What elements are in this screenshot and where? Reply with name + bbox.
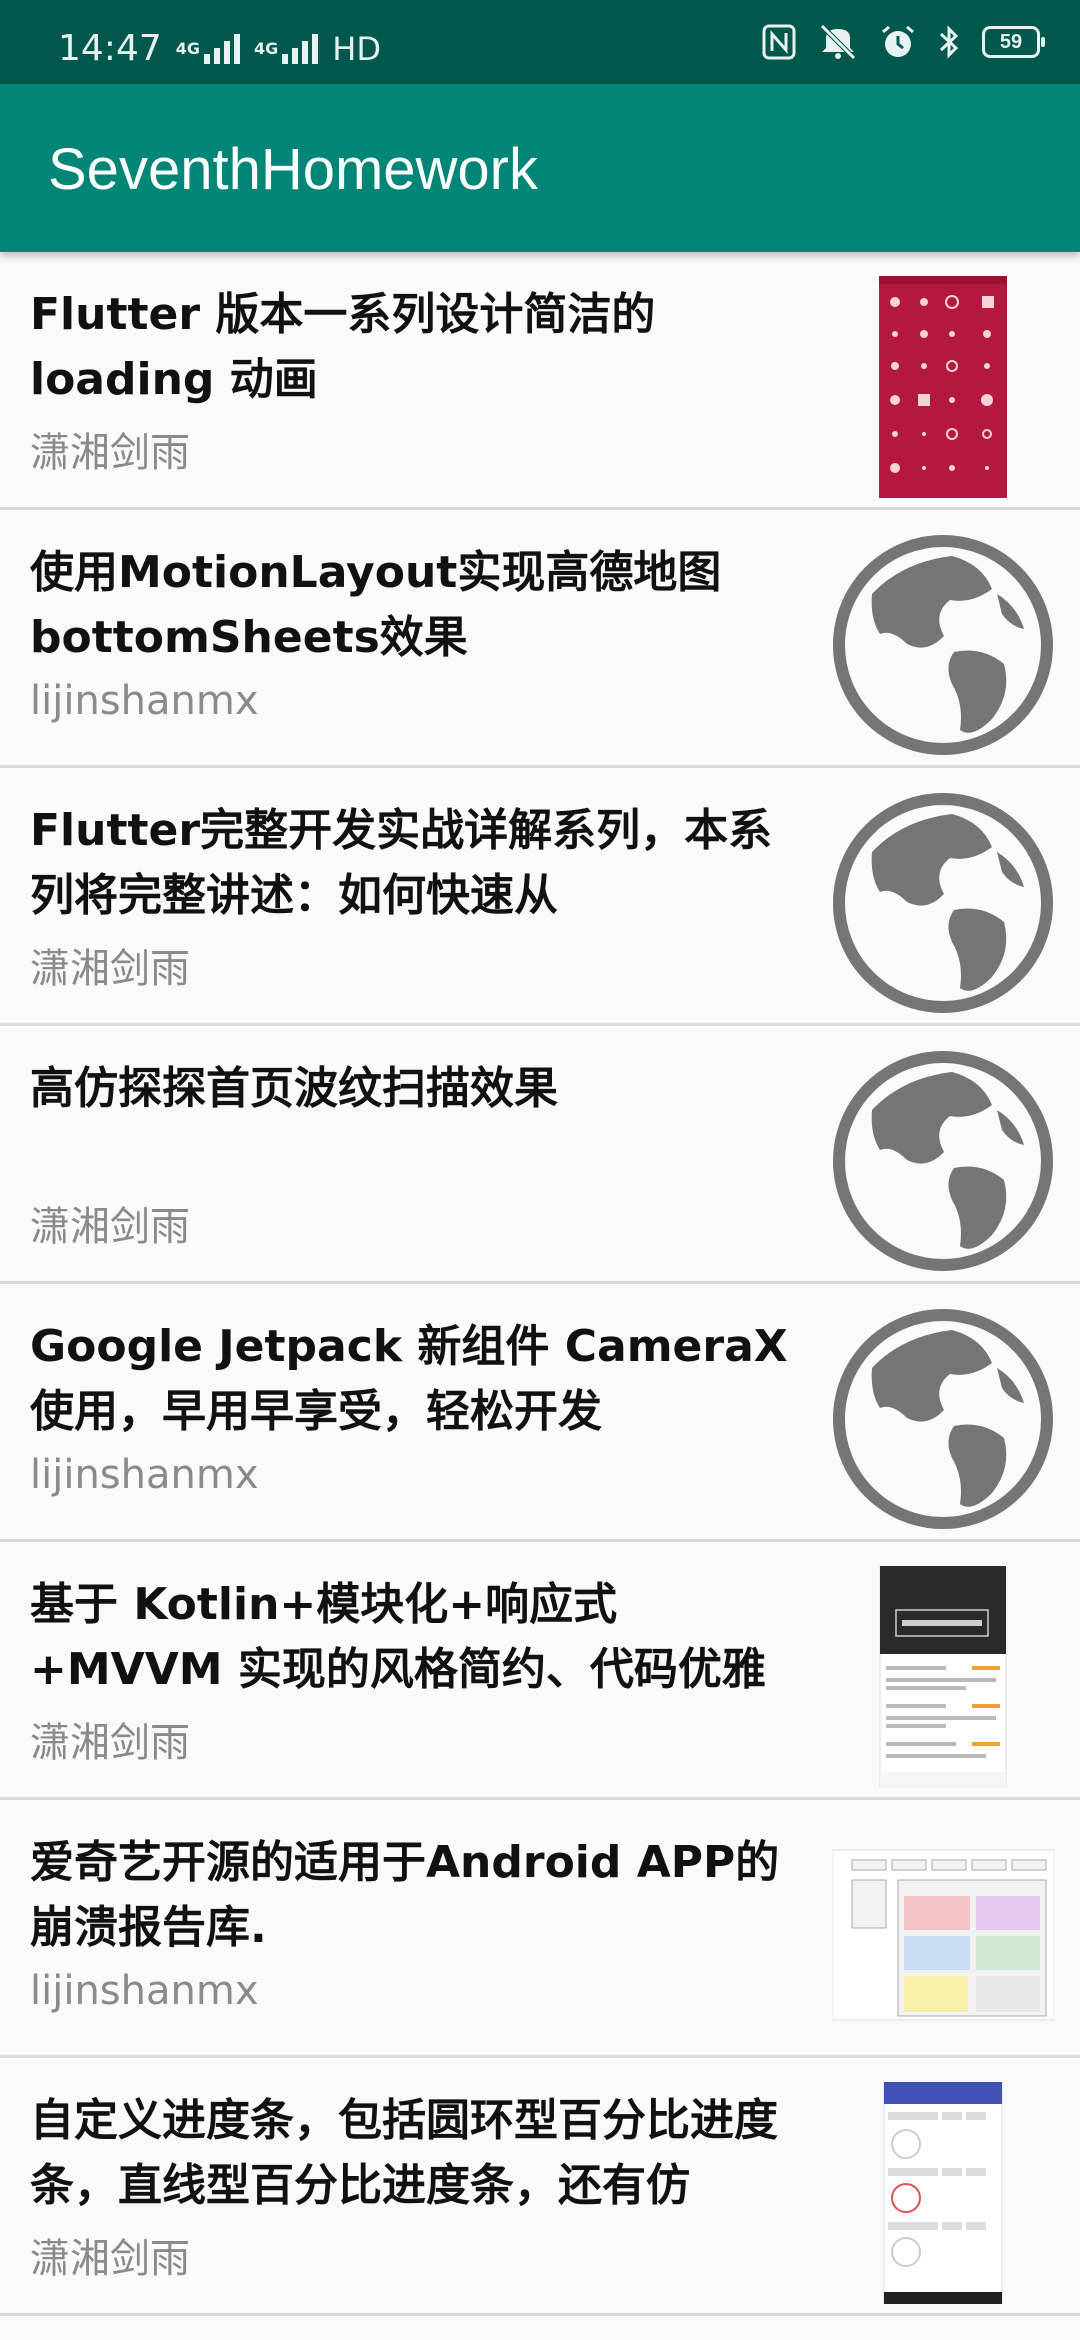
- globe-icon: [833, 1051, 1053, 1271]
- article-list[interactable]: Flutter 版本一系列设计简洁的 loading 动画 潇湘剑雨 使用Mot…: [0, 252, 1080, 2316]
- article-author: 潇湘剑雨: [30, 2236, 190, 2282]
- list-item[interactable]: 使用MotionLayout实现高德地图bottomSheets效果 lijin…: [0, 510, 1080, 768]
- list-item[interactable]: Flutter 版本一系列设计简洁的 loading 动画 潇湘剑雨: [0, 252, 1080, 510]
- globe-icon: [833, 1309, 1053, 1529]
- app-title: SeventhHomework: [48, 137, 538, 202]
- globe-icon: [833, 793, 1053, 1013]
- battery-icon: 59: [982, 26, 1045, 58]
- signal-1-icon: 4G: [176, 33, 241, 64]
- progress-demo-screenshot-icon: [883, 2082, 1003, 2304]
- article-title: 高仿探探首页波纹扫描效果: [30, 1063, 558, 1114]
- article-author: 潇湘剑雨: [30, 1204, 190, 1250]
- article-thumbnail: [832, 1566, 1054, 1788]
- article-thumbnail: [832, 276, 1054, 498]
- architecture-diagram-screenshot-icon: [832, 1849, 1054, 2021]
- list-item[interactable]: 高仿探探首页波纹扫描效果 潇湘剑雨: [0, 1026, 1080, 1284]
- article-title: Flutter 版本一系列设计简洁的 loading 动画: [30, 289, 656, 405]
- article-author: 潇湘剑雨: [30, 430, 190, 476]
- article-title: 爱奇艺开源的适用于Android APP的崩溃报告库.: [30, 1837, 780, 1953]
- article-thumbnail: [832, 2082, 1054, 2304]
- list-item[interactable]: 爱奇艺开源的适用于Android APP的崩溃报告库. lijinshanmx: [0, 1800, 1080, 2058]
- article-author: lijinshanmx: [30, 1968, 259, 2014]
- article-title: 使用MotionLayout实现高德地图bottomSheets效果: [30, 547, 722, 663]
- nfc-icon: [762, 24, 796, 60]
- vibrate-mute-icon: [820, 24, 856, 60]
- article-author: lijinshanmx: [30, 678, 259, 724]
- bluetooth-icon: [939, 25, 959, 59]
- article-title: Flutter完整开发实战详解系列，本系列将完整讲述：如何快速从: [30, 805, 773, 921]
- article-thumbnail: [832, 1824, 1054, 2046]
- status-right: 59: [762, 24, 1045, 60]
- red-loading-screenshot-icon: [879, 276, 1007, 498]
- signal-2-icon: 4G: [254, 33, 319, 64]
- list-item[interactable]: Google Jetpack 新组件 CameraX 使用，早用早享受，轻松开发…: [0, 1284, 1080, 1542]
- article-author: lijinshanmx: [30, 1452, 259, 1498]
- status-left: 14:47 4G 4G HD: [58, 28, 381, 69]
- hd-indicator: HD: [332, 29, 381, 68]
- status-bar: 14:47 4G 4G HD 59: [0, 0, 1080, 84]
- article-title: Google Jetpack 新组件 CameraX 使用，早用早享受，轻松开发…: [30, 1321, 788, 1437]
- article-thumbnail: [832, 1308, 1054, 1530]
- article-author: 潇湘剑雨: [30, 946, 190, 992]
- alarm-icon: [882, 25, 914, 57]
- list-item[interactable]: Flutter完整开发实战详解系列，本系列将完整讲述：如何快速从 潇湘剑雨: [0, 768, 1080, 1026]
- article-thumbnail: [832, 792, 1054, 1014]
- list-item[interactable]: 基于 Kotlin+模块化+响应式+MVVM 实现的风格简约、代码优雅的 潇湘剑…: [0, 1542, 1080, 1800]
- list-item[interactable]: 自定义进度条，包括圆环型百分比进度条，直线型百分比进度条，还有仿 潇湘剑雨: [0, 2058, 1080, 2316]
- article-title: 基于 Kotlin+模块化+响应式+MVVM 实现的风格简约、代码优雅的: [30, 1579, 766, 1695]
- status-time: 14:47: [58, 28, 162, 69]
- article-title: 自定义进度条，包括圆环型百分比进度条，直线型百分比进度条，还有仿: [30, 2095, 778, 2211]
- article-thumbnail: [832, 534, 1054, 756]
- dark-app-screenshot-icon: [879, 1566, 1007, 1788]
- app-bar: SeventhHomework: [0, 84, 1080, 252]
- article-thumbnail: [832, 1050, 1054, 1272]
- globe-icon: [833, 535, 1053, 755]
- battery-level: 59: [999, 30, 1023, 53]
- article-author: 潇湘剑雨: [30, 1720, 190, 1766]
